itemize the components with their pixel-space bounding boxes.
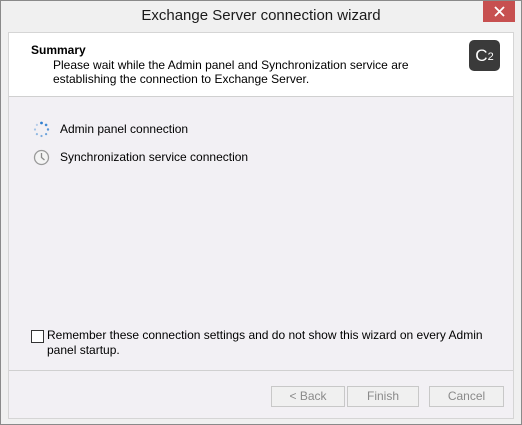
remember-checkbox[interactable]: [31, 330, 44, 343]
step-label: Synchronization service connection: [60, 150, 249, 164]
window-title: Exchange Server connection wizard: [141, 7, 381, 24]
wizard-header: Summary Please wait while the Admin pane…: [9, 33, 513, 97]
title-bar[interactable]: Exchange Server connection wizard: [1, 1, 521, 32]
step-admin-panel-connection: Admin panel connection: [33, 120, 188, 138]
step-synchronization-service-connection: Synchronization service connection: [33, 148, 248, 166]
close-icon: [493, 6, 505, 17]
clock-icon: [33, 149, 50, 165]
remember-settings[interactable]: Remember these connection settings and d…: [31, 328, 491, 358]
page-description: Please wait while the Admin panel and Sy…: [53, 58, 409, 86]
logo-letter: C: [475, 46, 488, 65]
remember-checkbox-label[interactable]: Remember these connection settings and d…: [47, 328, 491, 358]
app-logo: C2: [469, 40, 500, 71]
wizard-content: Summary Please wait while the Admin pane…: [8, 32, 514, 419]
finish-button[interactable]: Finish: [347, 386, 419, 407]
page-title: Summary: [31, 43, 86, 57]
wizard-window: Exchange Server connection wizard Summar…: [0, 0, 522, 425]
close-button[interactable]: [483, 1, 515, 22]
loading-spinner-icon: [33, 121, 50, 137]
step-label: Admin panel connection: [60, 122, 189, 136]
logo-superscript: 2: [487, 51, 494, 63]
cancel-button[interactable]: Cancel: [429, 386, 504, 407]
back-button[interactable]: < Back: [271, 386, 345, 407]
footer-divider: [9, 370, 513, 371]
